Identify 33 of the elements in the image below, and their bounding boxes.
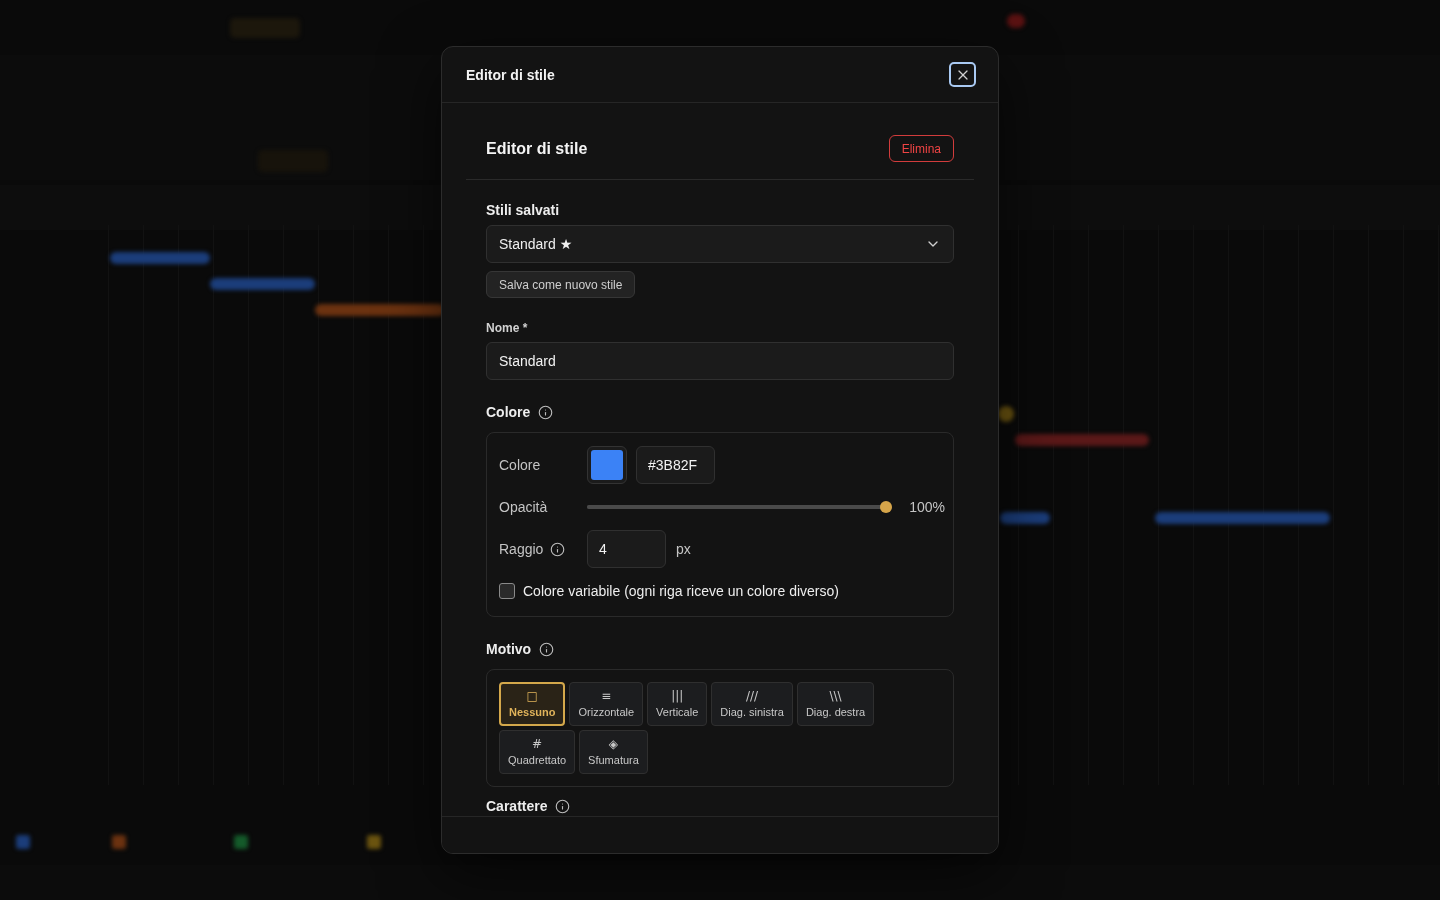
section-title: Motivo bbox=[486, 641, 532, 657]
delete-button[interactable]: Elimina bbox=[888, 135, 954, 162]
pattern-option[interactable]: ≡ Orizzontale bbox=[569, 682, 644, 726]
info-icon[interactable] bbox=[550, 541, 566, 557]
saved-style-select[interactable]: Standard ★ bbox=[486, 225, 954, 263]
hex-color-input[interactable]: #3B82F bbox=[636, 446, 715, 484]
name-input[interactable]: Standard bbox=[486, 342, 954, 380]
info-icon[interactable] bbox=[538, 404, 554, 420]
save-style-button[interactable]: Salva come nuovo stile bbox=[486, 271, 636, 298]
field-label: Raggio bbox=[499, 541, 544, 557]
editor-heading: Editor di stile bbox=[486, 139, 588, 158]
field-label: Colore bbox=[499, 457, 541, 473]
pattern-option[interactable]: ||| Verticale bbox=[647, 682, 708, 726]
checkbox[interactable] bbox=[499, 583, 515, 599]
pattern-option[interactable]: ◈ Sfumatura bbox=[579, 730, 648, 774]
pattern-option[interactable]: # Quadrettato bbox=[499, 730, 576, 774]
section-title: Carattere bbox=[486, 798, 548, 814]
pattern-option[interactable]: /// Diag. sinistra bbox=[711, 682, 793, 726]
pattern-option[interactable]: \\\ Diag. destra bbox=[796, 682, 875, 726]
info-icon[interactable] bbox=[555, 798, 571, 814]
pattern-option[interactable]: □ Nessuno bbox=[499, 682, 566, 726]
checkbox-label[interactable]: Colore variabile (ogni riga riceve un colore diverso) bbox=[523, 583, 839, 599]
info-icon[interactable] bbox=[539, 641, 555, 657]
slider-thumb[interactable] bbox=[880, 501, 893, 513]
unit-label: px bbox=[676, 541, 691, 557]
section-title: Colore bbox=[486, 404, 531, 420]
field-label: Nome * bbox=[486, 320, 529, 336]
close-button[interactable] bbox=[949, 62, 976, 87]
dialog-title: Editor di stile bbox=[466, 66, 555, 83]
field-label: Opacità bbox=[499, 499, 548, 515]
opacity-reading: 100% bbox=[909, 499, 945, 515]
radius-input[interactable]: 4 bbox=[587, 530, 666, 568]
field-label: Stili salvati bbox=[486, 201, 561, 220]
